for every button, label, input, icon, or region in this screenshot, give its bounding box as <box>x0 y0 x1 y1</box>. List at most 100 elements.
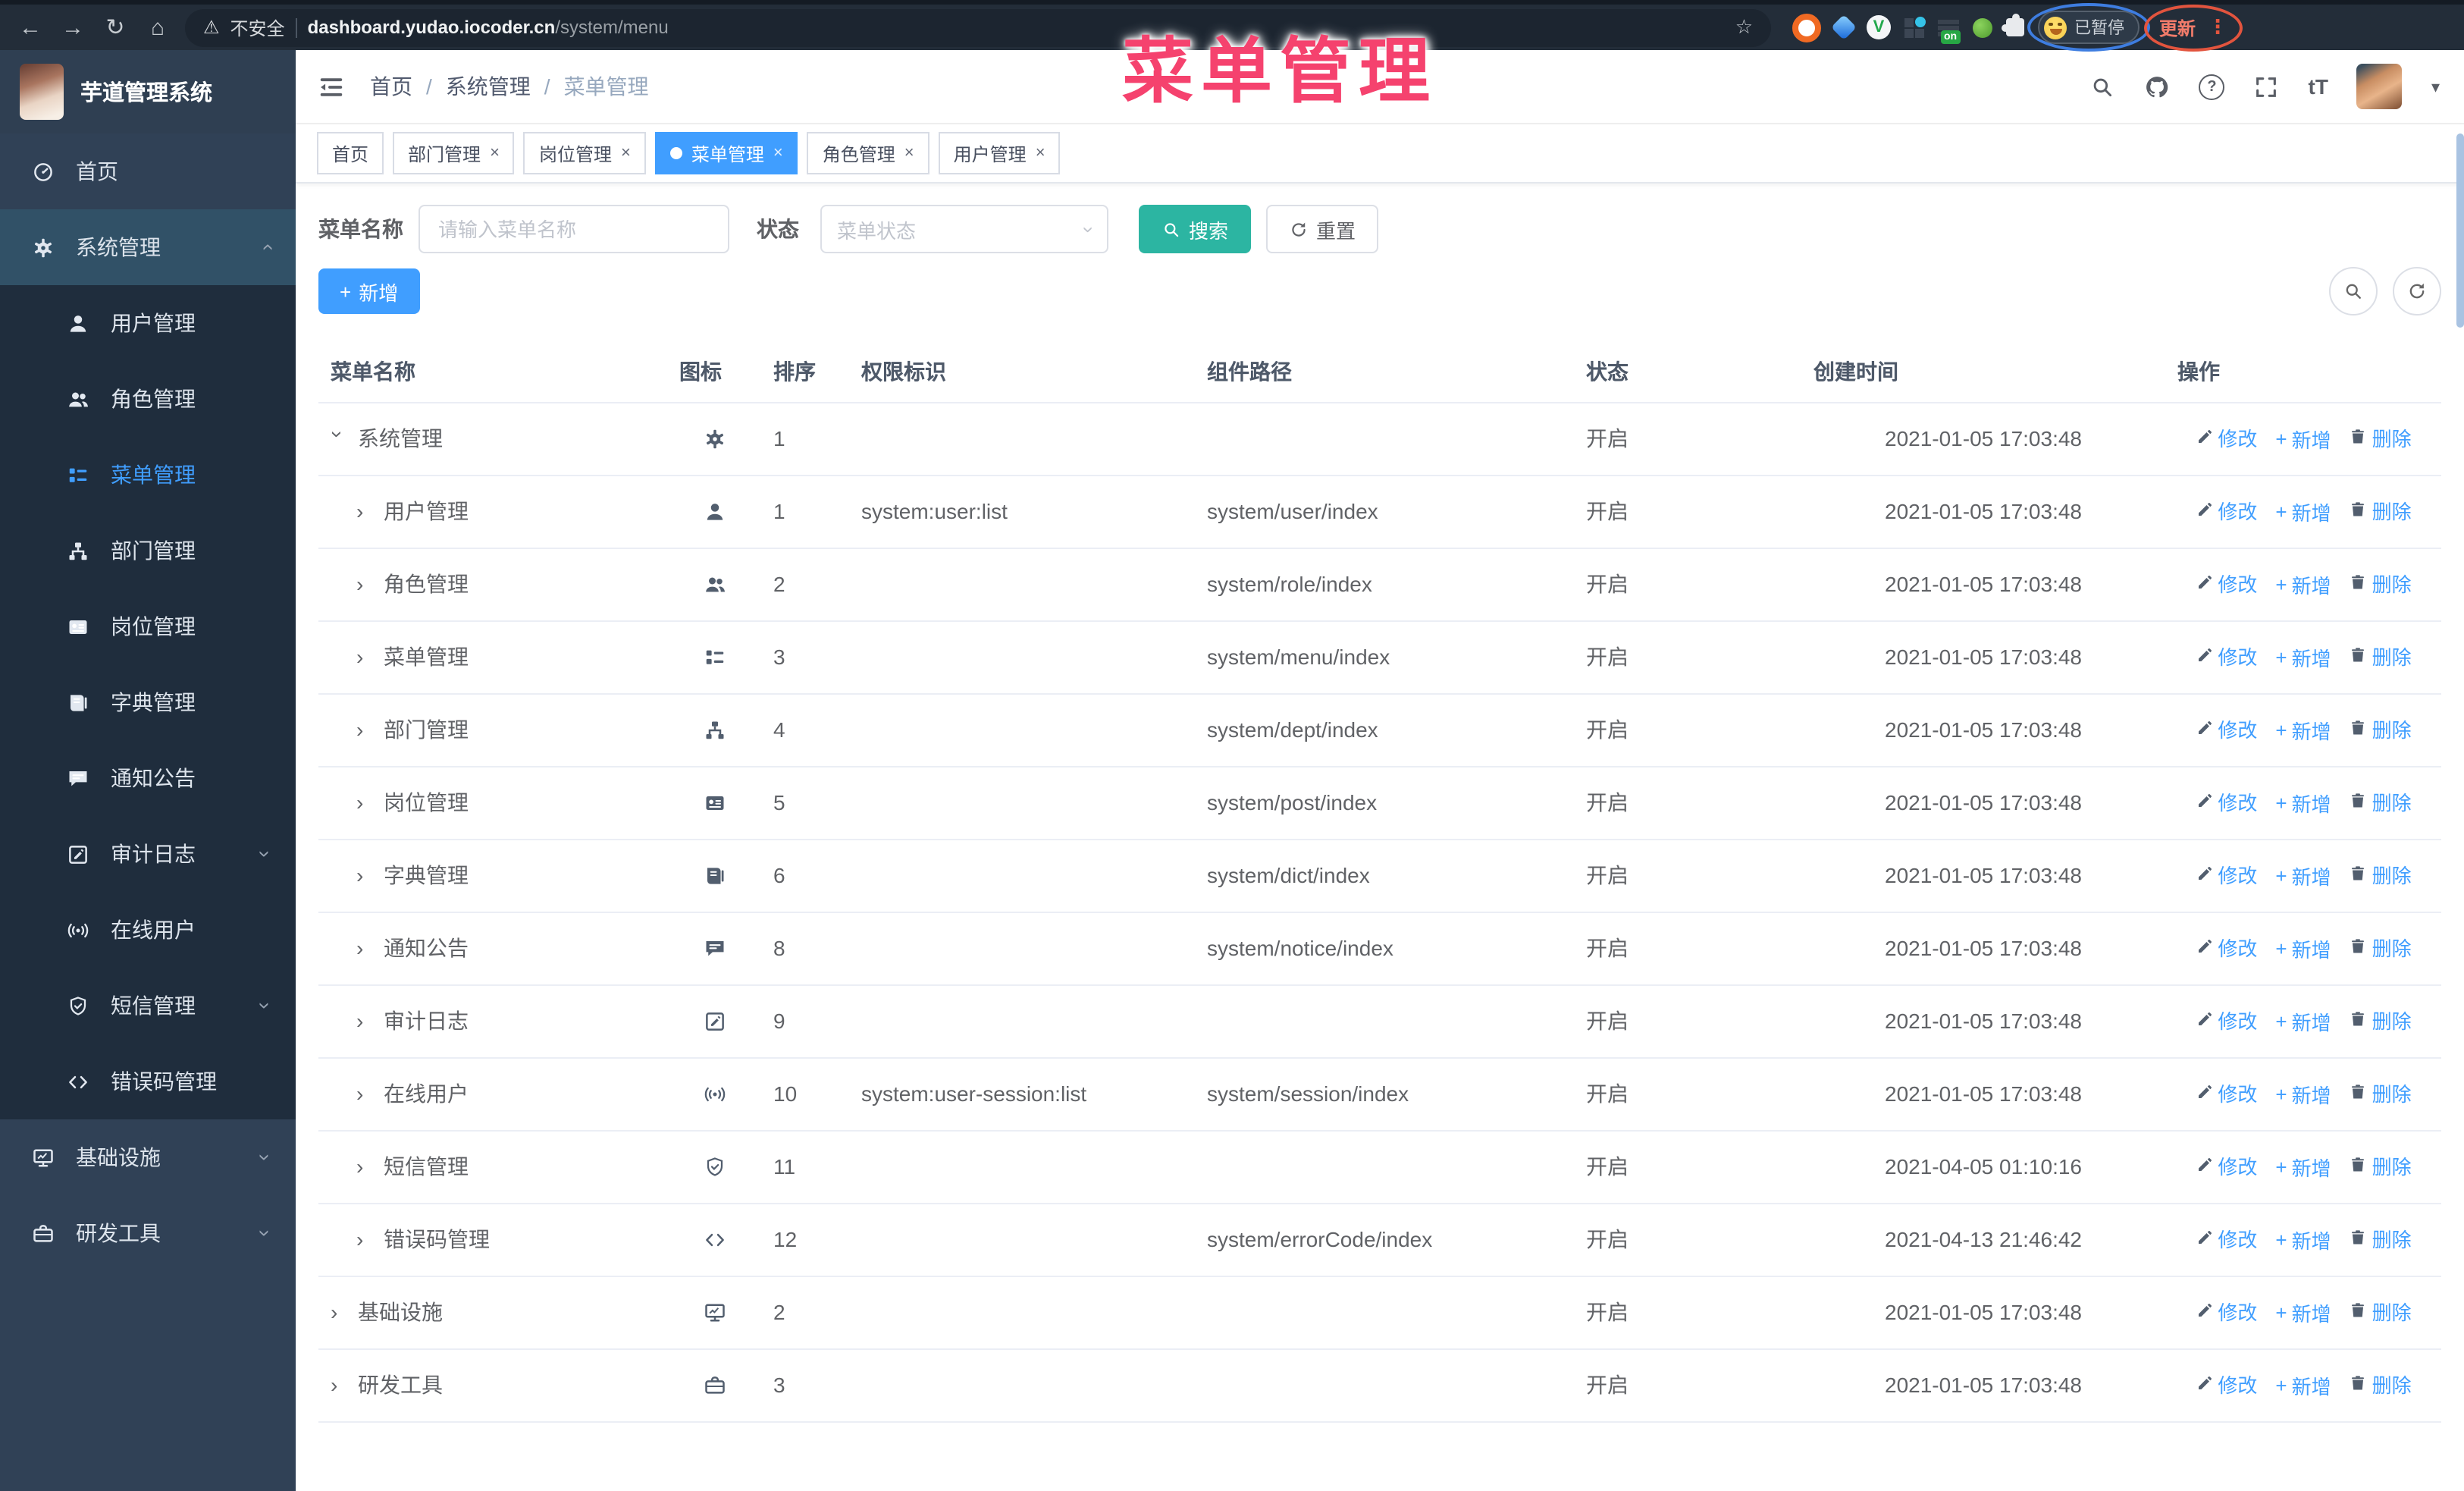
browser-menu-kebab-icon[interactable]: ⋮ <box>2208 15 2227 39</box>
delete-link[interactable]: 删除 <box>2350 860 2412 889</box>
table-row-错误码管理[interactable]: › 错误码管理 12 system/errorCode/index 开启 2021-04-… <box>318 1203 2441 1276</box>
bookmark-star-icon[interactable]: ☆ <box>1735 15 1753 39</box>
table-row-部门管理[interactable]: › 部门管理 4 system/dept/index 开启 2021-01-05 17:0… <box>318 693 2441 767</box>
expand-closed-icon[interactable]: › <box>331 1373 346 1397</box>
table-row-研发工具[interactable]: › 研发工具 3 开启 2021-01-05 17:03:48 修改 + 新增 删除 <box>318 1348 2441 1422</box>
delete-link[interactable]: 删除 <box>2350 423 2412 452</box>
tab-菜单管理[interactable]: 菜单管理 × <box>654 132 798 174</box>
delete-link[interactable]: 删除 <box>2350 714 2412 743</box>
close-icon[interactable]: × <box>490 144 500 162</box>
app-logo[interactable]: 芋道管理系统 <box>0 50 296 133</box>
github-icon[interactable] <box>2145 74 2171 99</box>
add-link[interactable]: + 新增 <box>2275 425 2331 454</box>
edit-link[interactable]: 修改 <box>2195 496 2257 525</box>
extensions-puzzle-icon[interactable] <box>2002 14 2024 36</box>
edit-link[interactable]: 修改 <box>2195 1006 2257 1034</box>
close-icon[interactable]: × <box>1036 144 1045 162</box>
extension-blue-gem-icon[interactable] <box>1831 14 1857 40</box>
add-link[interactable]: + 新增 <box>2275 644 2331 673</box>
scrollbar-thumb[interactable] <box>2456 133 2464 328</box>
edit-link[interactable]: 修改 <box>2195 1078 2257 1107</box>
refresh-table-button[interactable] <box>2393 267 2441 315</box>
expand-closed-icon[interactable]: › <box>356 572 371 596</box>
extension-grid-icon[interactable] <box>1904 16 1926 37</box>
sidebar-collapse-icon[interactable] <box>317 72 346 101</box>
add-link[interactable]: + 新增 <box>2275 1372 2331 1401</box>
breadcrumb-system[interactable]: 系统管理 <box>446 71 531 102</box>
browser-home-button[interactable]: ⌂ <box>143 14 173 40</box>
expand-closed-icon[interactable]: › <box>356 1154 371 1179</box>
delete-link[interactable]: 删除 <box>2350 1006 2412 1034</box>
browser-back-button[interactable]: ← <box>15 14 45 40</box>
add-link[interactable]: + 新增 <box>2275 935 2331 964</box>
sidebar-item-短信管理[interactable]: 短信管理 › <box>0 968 296 1044</box>
expand-closed-icon[interactable]: › <box>356 499 371 523</box>
add-link[interactable]: + 新增 <box>2275 789 2331 818</box>
expand-closed-icon[interactable]: › <box>356 790 371 815</box>
sidebar-item-通知公告[interactable]: 通知公告 <box>0 740 296 816</box>
font-size-icon[interactable]: tT <box>2309 74 2328 99</box>
expand-closed-icon[interactable]: › <box>356 1227 371 1251</box>
table-row-角色管理[interactable]: › 角色管理 2 system/role/index 开启 2021-01-05 17:0… <box>318 548 2441 621</box>
edit-link[interactable]: 修改 <box>2195 642 2257 670</box>
user-avatar[interactable] <box>2356 64 2403 109</box>
delete-link[interactable]: 删除 <box>2350 787 2412 816</box>
tab-部门管理[interactable]: 部门管理 × <box>393 132 515 174</box>
add-link[interactable]: + 新增 <box>2275 498 2331 527</box>
add-link[interactable]: + 新增 <box>2275 1081 2331 1110</box>
table-row-用户管理[interactable]: › 用户管理 1 system:user:list system/user/index 开… <box>318 475 2441 548</box>
edit-link[interactable]: 修改 <box>2195 1297 2257 1326</box>
extension-paused-badge[interactable]: 已暂停 <box>2027 3 2150 52</box>
add-link[interactable]: + 新增 <box>2275 1008 2331 1037</box>
table-row-通知公告[interactable]: › 通知公告 8 system/notice/index 开启 2021-01-05 17… <box>318 912 2441 985</box>
tab-角色管理[interactable]: 角色管理 × <box>807 132 929 174</box>
edit-link[interactable]: 修改 <box>2195 714 2257 743</box>
extension-server-icon[interactable]: on <box>1938 19 1961 43</box>
sidebar-item-审计日志[interactable]: 审计日志 › <box>0 816 296 892</box>
delete-link[interactable]: 删除 <box>2350 1297 2412 1326</box>
delete-link[interactable]: 删除 <box>2350 1224 2412 1253</box>
close-icon[interactable]: × <box>773 144 783 162</box>
table-row-在线用户[interactable]: › 在线用户 10 system:user-session:list system/se… <box>318 1057 2441 1131</box>
fullscreen-icon[interactable] <box>2254 74 2280 99</box>
edit-link[interactable]: 修改 <box>2195 569 2257 598</box>
sidebar-item-部门管理[interactable]: 部门管理 <box>0 513 296 589</box>
tab-用户管理[interactable]: 用户管理 × <box>938 132 1061 174</box>
edit-link[interactable]: 修改 <box>2195 787 2257 816</box>
delete-link[interactable]: 删除 <box>2350 1370 2412 1398</box>
status-select[interactable]: 菜单状态 › <box>820 205 1108 253</box>
delete-link[interactable]: 删除 <box>2350 569 2412 598</box>
delete-link[interactable]: 删除 <box>2350 1151 2412 1180</box>
search-button[interactable]: 搜索 <box>1139 205 1252 253</box>
edit-link[interactable]: 修改 <box>2195 1151 2257 1180</box>
table-row-字典管理[interactable]: › 字典管理 6 system/dict/index 开启 2021-01-05 17:0… <box>318 839 2441 912</box>
add-link[interactable]: + 新增 <box>2275 717 2331 746</box>
tab-首页[interactable]: 首页 <box>317 132 384 174</box>
table-row-短信管理[interactable]: › 短信管理 11 开启 2021-04-05 01:10:16 修改 + 新增 删除 <box>318 1130 2441 1204</box>
browser-update-button[interactable]: 更新 <box>2159 14 2196 40</box>
expand-closed-icon[interactable]: › <box>356 717 371 742</box>
sidebar-item-菜单管理[interactable]: 菜单管理 <box>0 437 296 513</box>
extension-green-v-icon[interactable]: V <box>1867 15 1891 39</box>
expand-closed-icon[interactable]: › <box>356 936 371 960</box>
sidebar-item-基础设施[interactable]: 基础设施 › <box>0 1119 296 1195</box>
delete-link[interactable]: 删除 <box>2350 642 2412 670</box>
expand-closed-icon[interactable]: › <box>356 1081 371 1106</box>
help-icon[interactable]: ? <box>2199 74 2225 99</box>
add-menu-button[interactable]: + 新增 <box>318 268 420 314</box>
delete-link[interactable]: 删除 <box>2350 496 2412 525</box>
browser-forward-button[interactable]: → <box>58 14 88 40</box>
sidebar-item-首页[interactable]: 首页 <box>0 133 296 209</box>
extension-orange-ring-icon[interactable] <box>1792 13 1821 42</box>
table-row-基础设施[interactable]: › 基础设施 2 开启 2021-01-05 17:03:48 修改 + 新增 删除 <box>318 1276 2441 1349</box>
show-search-button[interactable] <box>2329 267 2378 315</box>
table-row-审计日志[interactable]: › 审计日志 9 开启 2021-01-05 17:03:48 修改 + 新增 删除 <box>318 984 2441 1058</box>
close-icon[interactable]: × <box>904 144 914 162</box>
table-row-系统管理[interactable]: › 系统管理 1 开启 2021-01-05 17:03:48 修改 + 新增 删除 <box>318 402 2441 476</box>
page-scrollbar[interactable] <box>2456 55 2464 1491</box>
sidebar-item-字典管理[interactable]: 字典管理 <box>0 664 296 740</box>
menu-name-input[interactable] <box>419 205 729 253</box>
header-search-icon[interactable] <box>2090 74 2116 99</box>
extension-green-icon[interactable] <box>1973 17 1992 37</box>
tab-岗位管理[interactable]: 岗位管理 × <box>523 132 646 174</box>
